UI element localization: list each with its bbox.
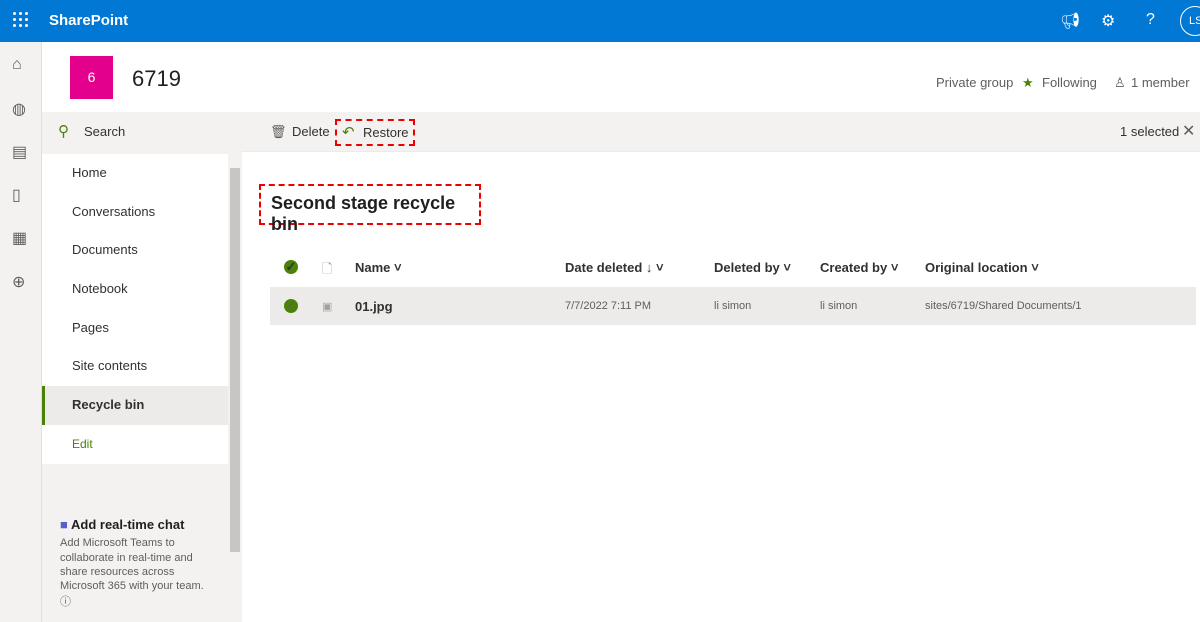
- deleted-by: li simon: [714, 300, 752, 312]
- restore-button[interactable]: ↶ Restore: [335, 119, 415, 146]
- app-launcher-icon[interactable]: [13, 12, 29, 28]
- undo-icon: ↶: [342, 124, 355, 141]
- add-icon[interactable]: ⊕: [12, 272, 25, 292]
- select-all-checkbox[interactable]: ✓: [284, 260, 298, 274]
- chat-body: Add Microsoft Teams to collaborate in re…: [60, 537, 204, 593]
- gear-icon[interactable]: ⚙: [1101, 11, 1115, 31]
- teams-promo: ■ Add real-time chat Add Microsoft Teams…: [60, 517, 220, 610]
- chat-title[interactable]: Add real-time chat: [71, 517, 184, 532]
- col-date-deleted[interactable]: Date deleted ↓ ˅: [565, 260, 664, 275]
- news-icon[interactable]: ▤: [12, 142, 27, 162]
- date-deleted: 7/7/2022 7:11 PM: [565, 300, 652, 312]
- nav-edit[interactable]: Edit: [42, 425, 228, 464]
- globe-icon[interactable]: ◍: [12, 99, 26, 119]
- document-icon[interactable]: ▯: [12, 185, 21, 205]
- star-icon: ★: [1022, 75, 1034, 90]
- search-icon: ⚲: [58, 123, 69, 140]
- info-icon[interactable]: ⓘ: [60, 595, 220, 609]
- file-type-icon: 🗋: [322, 261, 333, 276]
- page-title: Second stage recycle bin: [259, 184, 481, 234]
- left-nav: ⚲ Search Home Conversations Documents Not…: [42, 112, 242, 622]
- megaphone-icon[interactable]: 📢︎: [1060, 11, 1080, 31]
- suite-header: SharePoint 📢︎ ⚙ ? LS: [0, 0, 1200, 42]
- original-location: sites/6719/Shared Documents/1: [925, 300, 1082, 312]
- site-title[interactable]: 6719: [132, 66, 181, 92]
- table-header: ✓ 🗋 Name ˅ Date deleted ↓ ˅ Deleted by ˅…: [270, 249, 1196, 287]
- nav-conversations[interactable]: Conversations: [42, 193, 228, 232]
- col-deleted-by[interactable]: Deleted by ˅: [714, 260, 791, 275]
- nav-pages[interactable]: Pages: [42, 309, 228, 348]
- app-title[interactable]: SharePoint: [49, 12, 128, 29]
- app-rail: ⌂ ◍ ▤ ▯ ▦ ⊕: [0, 42, 42, 622]
- command-bar: 🗑︎ Delete ↶ Restore 1 selected ✕: [242, 112, 1200, 152]
- file-name[interactable]: 01.jpg: [355, 299, 393, 314]
- restore-label: Restore: [363, 125, 409, 140]
- nav-scrollbar[interactable]: [228, 154, 242, 622]
- nav-documents[interactable]: Documents: [42, 231, 228, 270]
- following-button[interactable]: Following: [1042, 75, 1097, 90]
- avatar[interactable]: LS: [1180, 6, 1200, 36]
- delete-button[interactable]: Delete: [292, 124, 330, 139]
- nav-recycle-bin[interactable]: Recycle bin: [42, 386, 228, 425]
- person-icon: ♙: [1114, 75, 1126, 90]
- help-icon[interactable]: ?: [1146, 11, 1155, 29]
- trash-icon: 🗑︎: [270, 124, 287, 139]
- col-created-by[interactable]: Created by ˅: [820, 260, 898, 275]
- teams-icon: ■: [60, 517, 68, 532]
- list-icon[interactable]: ▦: [12, 228, 27, 248]
- search-box[interactable]: ⚲ Search: [42, 112, 242, 152]
- image-file-icon: ▣: [322, 301, 333, 313]
- nav-site-contents[interactable]: Site contents: [42, 347, 228, 386]
- selected-count: 1 selected: [1120, 124, 1180, 139]
- row-checkbox[interactable]: ✓: [284, 299, 298, 313]
- col-name[interactable]: Name ˅: [355, 260, 402, 275]
- privacy-label: Private group: [936, 75, 1014, 90]
- nav-home[interactable]: Home: [42, 154, 228, 193]
- created-by: li simon: [820, 300, 858, 312]
- table-row[interactable]: ✓ ▣ 01.jpg 7/7/2022 7:11 PM li simon li …: [270, 287, 1196, 325]
- col-original-location[interactable]: Original location ˅: [925, 260, 1039, 275]
- home-icon[interactable]: ⌂: [12, 56, 22, 74]
- site-logo[interactable]: 6: [70, 56, 113, 99]
- members-button[interactable]: 1 member: [1131, 75, 1190, 90]
- nav-notebook[interactable]: Notebook: [42, 270, 228, 309]
- site-header: 6 6719 Private group ★ Following ♙ 1 mem…: [42, 42, 1200, 112]
- clear-selection-icon[interactable]: ✕: [1182, 121, 1195, 141]
- search-label: Search: [84, 124, 126, 139]
